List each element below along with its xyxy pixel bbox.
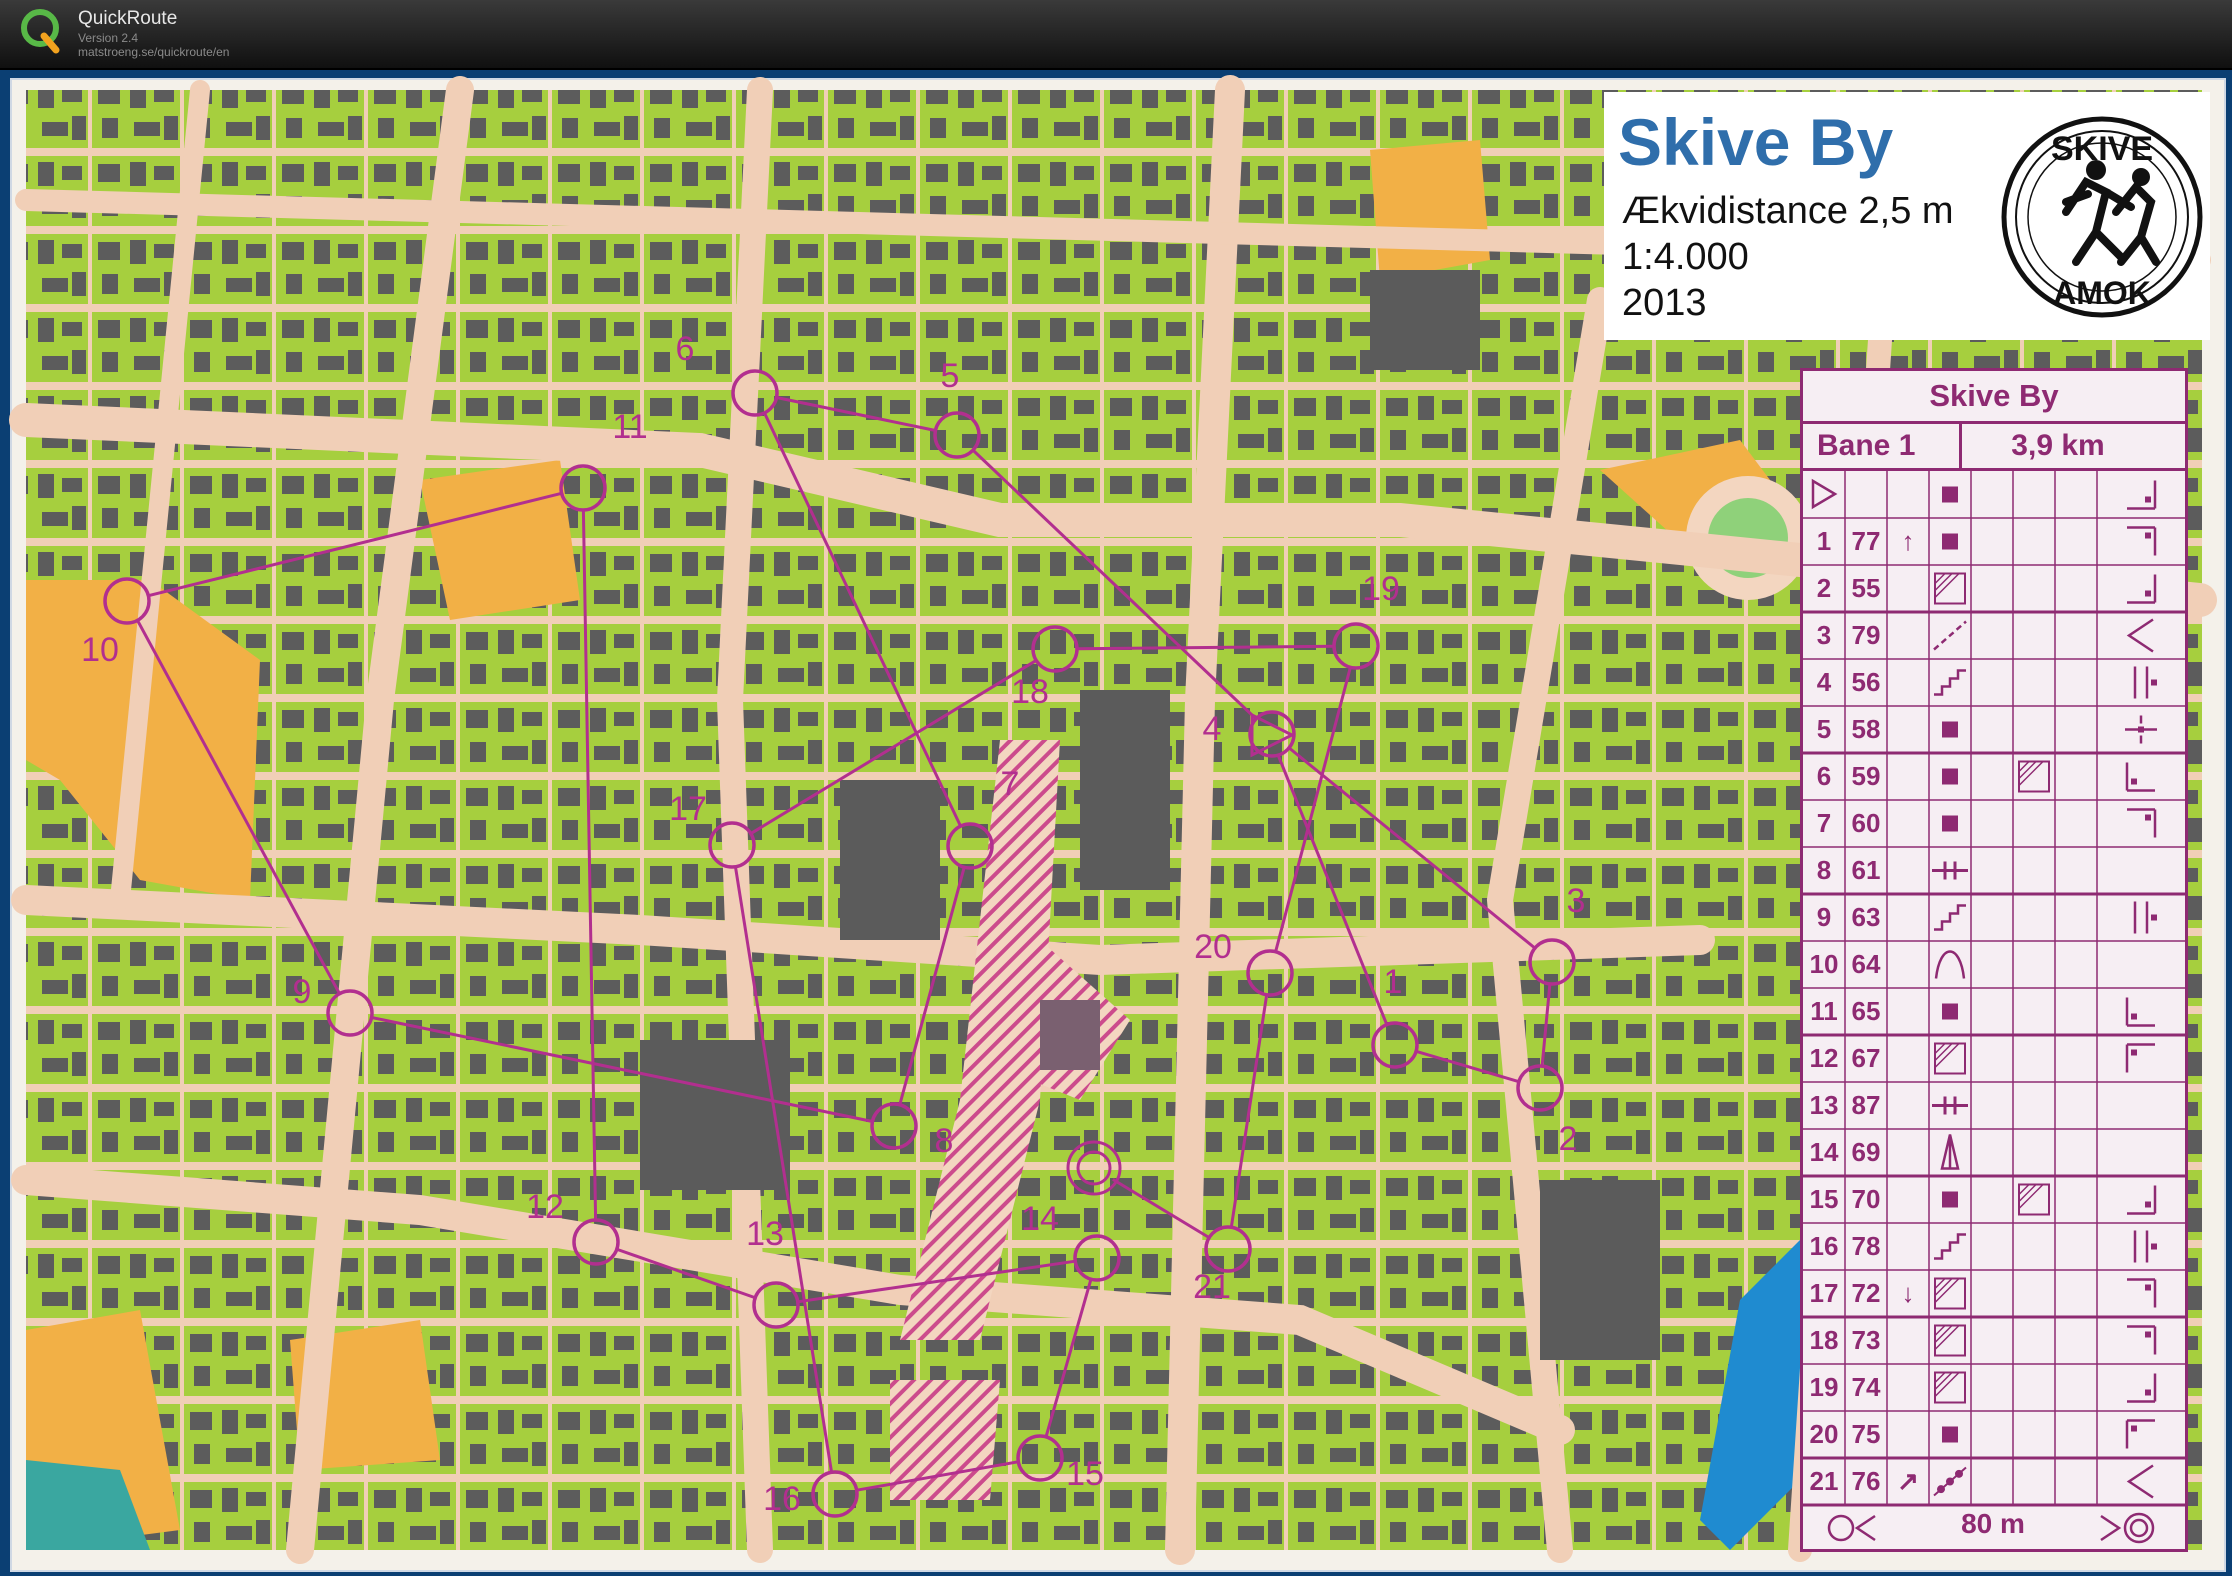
- feature-square-icon: [1942, 486, 1958, 503]
- feature-stairs-icon: [1934, 669, 1966, 696]
- skive-amok-logo-icon: SKIVE AMOK: [2001, 116, 2203, 318]
- description-grid: [1803, 471, 2185, 1544]
- control-descriptions: Skive By Bane 1 3,9 km 1 77 ↑ 2 55 3 79 4 56 5 58 6…: [1800, 368, 2188, 1552]
- map-title-box: Skive By Ækvidistance 2,5 m 1:4.000 2013…: [1604, 92, 2210, 340]
- control-number: 11: [612, 408, 647, 446]
- control-number: 21: [1193, 1268, 1231, 1306]
- location-icon: [2131, 1049, 2137, 1056]
- control-number: 16: [763, 1480, 801, 1518]
- location-icon: [2145, 496, 2151, 503]
- control-number: 15: [1066, 1455, 1104, 1493]
- feature-tower-icon: [1940, 1134, 1960, 1170]
- control-number: 18: [1011, 673, 1049, 711]
- logo-top-text: SKIVE: [2051, 130, 2153, 168]
- feature-square-icon: [1942, 1003, 1958, 1020]
- control-number: 4: [1203, 710, 1222, 748]
- control-number: 19: [1362, 570, 1400, 608]
- location-icon: [2126, 1464, 2154, 1499]
- location-icon: [2145, 590, 2151, 597]
- footer-circle-icon: [1827, 1514, 1855, 1542]
- map-title: Skive By: [1618, 105, 1894, 179]
- map-year: 2013: [1622, 282, 1707, 324]
- location-icon: [2126, 618, 2154, 653]
- control-number: 8: [935, 1122, 954, 1160]
- location-icon: [2151, 679, 2157, 686]
- location-icon: [2131, 1013, 2137, 1020]
- feature-stairs-icon: [1934, 904, 1966, 931]
- control-number: 20: [1194, 928, 1232, 966]
- location-icon: [2151, 914, 2157, 921]
- control-number: 3: [1567, 882, 1586, 920]
- location-icon: [2145, 814, 2151, 821]
- control-number: 17: [669, 790, 707, 828]
- control-number: 7: [1001, 765, 1020, 803]
- feature-square-icon: [1942, 1426, 1958, 1443]
- control-number: 10: [81, 631, 119, 669]
- feature-square-icon: [1942, 721, 1958, 738]
- feature-square-icon: [1942, 1191, 1958, 1208]
- contour-interval: Ækvidistance 2,5 m: [1622, 190, 1954, 232]
- location-icon: [2145, 1201, 2151, 1208]
- location-icon: [2151, 1243, 2157, 1250]
- control-number: 14: [1021, 1200, 1059, 1238]
- feature-square-icon: [1942, 768, 1958, 785]
- feature-square-icon: [1942, 815, 1958, 832]
- map-scale: 1:4.000: [1622, 236, 1749, 278]
- control-number: 2: [1559, 1120, 1578, 1158]
- location-icon: [2145, 1389, 2151, 1396]
- footer-finish-icon: [2100, 1514, 2122, 1542]
- control-number: 1: [1384, 963, 1403, 1001]
- logo-bottom-text: AMOK: [2053, 275, 2151, 311]
- control-number: 6: [676, 330, 695, 368]
- location-icon: [2145, 1331, 2151, 1338]
- control-number: 5: [941, 357, 960, 395]
- control-number: 13: [746, 1215, 784, 1253]
- start-icon: [1811, 478, 1838, 510]
- feature-square-icon: [1942, 533, 1958, 550]
- feature-hill-icon: [1934, 950, 1966, 979]
- control-number: 12: [526, 1188, 564, 1226]
- location-icon: [2145, 1284, 2151, 1291]
- feature-path-icon: [1933, 620, 1967, 651]
- control-number: 9: [293, 973, 312, 1011]
- location-icon: [2145, 532, 2151, 539]
- location-icon: [2131, 778, 2137, 785]
- finish-distance: 80 m: [1961, 1508, 2025, 1539]
- location-icon: [2138, 726, 2144, 733]
- feature-stairs-icon: [1934, 1233, 1966, 1260]
- location-icon: [2131, 1425, 2137, 1432]
